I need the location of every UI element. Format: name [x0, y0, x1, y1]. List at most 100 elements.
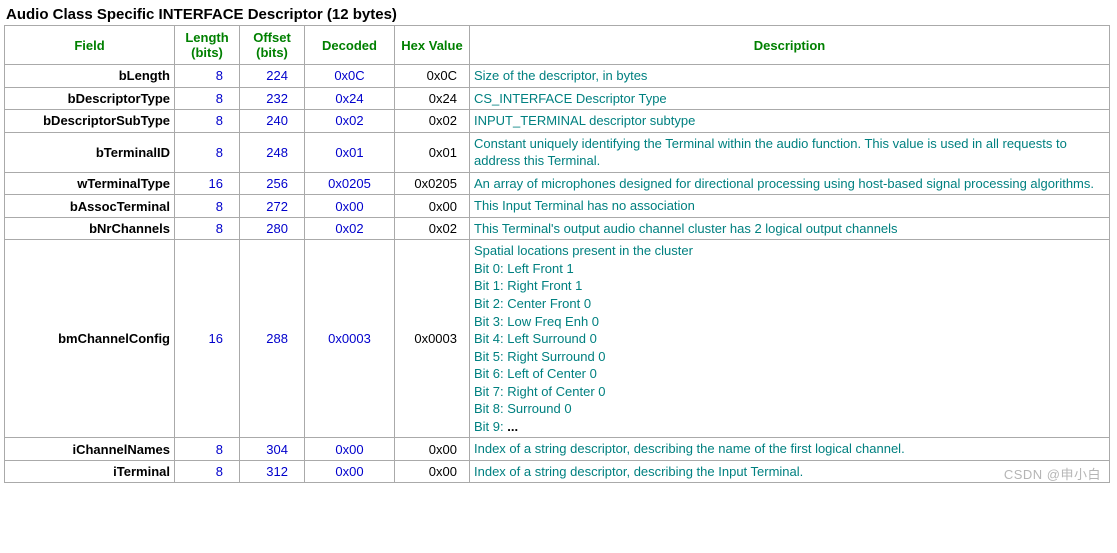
description-line: Bit 1: Right Front 1 [474, 277, 1105, 295]
cell-field: wTerminalType [5, 172, 175, 195]
description-line: Bit 5: Right Surround 0 [474, 348, 1105, 366]
cell-length: 8 [175, 132, 240, 172]
cell-length: 8 [175, 110, 240, 133]
description-line: Index of a string descriptor, describing… [474, 440, 1105, 458]
cell-hex: 0x00 [395, 195, 470, 218]
cell-offset: 240 [240, 110, 305, 133]
cell-hex: 0x02 [395, 110, 470, 133]
header-decoded: Decoded [305, 26, 395, 65]
cell-length: 16 [175, 172, 240, 195]
cell-decoded: 0x02 [305, 110, 395, 133]
table-row: bNrChannels82800x020x02 This Terminal's … [5, 217, 1110, 240]
description-line: CS_INTERFACE Descriptor Type [474, 90, 1105, 108]
header-row: Field Length (bits) Offset (bits) Decode… [5, 26, 1110, 65]
cell-description: This Input Terminal has no association [470, 195, 1110, 218]
description-line: INPUT_TERMINAL descriptor subtype [474, 112, 1105, 130]
cell-description: Index of a string descriptor, describing… [470, 460, 1110, 483]
header-length: Length (bits) [175, 26, 240, 65]
header-field: Field [5, 26, 175, 65]
cell-decoded: 0x02 [305, 217, 395, 240]
cell-hex: 0x00 [395, 460, 470, 483]
cell-decoded: 0x00 [305, 438, 395, 461]
cell-length: 16 [175, 240, 240, 438]
cell-hex: 0x0205 [395, 172, 470, 195]
cell-length: 8 [175, 195, 240, 218]
cell-hex: 0x00 [395, 438, 470, 461]
cell-offset: 304 [240, 438, 305, 461]
header-description: Description [470, 26, 1110, 65]
cell-length: 8 [175, 217, 240, 240]
table-row: bAssocTerminal82720x000x00 This Input Te… [5, 195, 1110, 218]
description-line: Index of a string descriptor, describing… [474, 463, 1105, 481]
cell-hex: 0x24 [395, 87, 470, 110]
description-line: An array of microphones designed for dir… [474, 175, 1105, 193]
cell-field: bLength [5, 65, 175, 88]
cell-length: 8 [175, 87, 240, 110]
cell-decoded: 0x0C [305, 65, 395, 88]
description-line: This Terminal's output audio channel clu… [474, 220, 1105, 238]
cell-length: 8 [175, 460, 240, 483]
cell-field: bDescriptorSubType [5, 110, 175, 133]
cell-length: 8 [175, 65, 240, 88]
cell-offset: 224 [240, 65, 305, 88]
table-row: iChannelNames83040x000x00 Index of a str… [5, 438, 1110, 461]
table-row: bDescriptorType82320x240x24CS_INTERFACE … [5, 87, 1110, 110]
cell-offset: 280 [240, 217, 305, 240]
cell-description: An array of microphones designed for dir… [470, 172, 1110, 195]
description-line: Bit 7: Right of Center 0 [474, 383, 1105, 401]
description-line: Spatial locations present in the cluster [474, 242, 1105, 260]
table-row: bLength82240x0C0x0CSize of the descripto… [5, 65, 1110, 88]
cell-offset: 232 [240, 87, 305, 110]
table-row: wTerminalType162560x02050x0205 An array … [5, 172, 1110, 195]
description-line: This Input Terminal has no association [474, 197, 1105, 215]
page-title: Audio Class Specific INTERFACE Descripto… [6, 6, 1113, 23]
cell-offset: 312 [240, 460, 305, 483]
cell-field: bmChannelConfig [5, 240, 175, 438]
cell-description: CS_INTERFACE Descriptor Type [470, 87, 1110, 110]
cell-decoded: 0x0003 [305, 240, 395, 438]
description-line: Bit 6: Left of Center 0 [474, 365, 1105, 383]
table-row: bTerminalID82480x010x01 Constant uniquel… [5, 132, 1110, 172]
cell-offset: 288 [240, 240, 305, 438]
description-line: Bit 3: Low Freq Enh 0 [474, 313, 1105, 331]
cell-decoded: 0x24 [305, 87, 395, 110]
cell-length: 8 [175, 438, 240, 461]
cell-field: iChannelNames [5, 438, 175, 461]
cell-field: bNrChannels [5, 217, 175, 240]
table-row: bmChannelConfig162880x00030x0003 Spatial… [5, 240, 1110, 438]
ellipsis: ... [507, 419, 518, 434]
table-row: iTerminal83120x000x00 Index of a string … [5, 460, 1110, 483]
cell-field: bAssocTerminal [5, 195, 175, 218]
cell-hex: 0x01 [395, 132, 470, 172]
cell-decoded: 0x0205 [305, 172, 395, 195]
cell-description: This Terminal's output audio channel clu… [470, 217, 1110, 240]
description-line: Bit 4: Left Surround 0 [474, 330, 1105, 348]
descriptor-table: Field Length (bits) Offset (bits) Decode… [4, 25, 1110, 483]
cell-decoded: 0x00 [305, 460, 395, 483]
description-line: Size of the descriptor, in bytes [474, 67, 1105, 85]
cell-description: INPUT_TERMINAL descriptor subtype [470, 110, 1110, 133]
description-line: Bit 9: ... [474, 418, 1105, 436]
cell-field: bTerminalID [5, 132, 175, 172]
cell-description: Index of a string descriptor, describing… [470, 438, 1110, 461]
cell-decoded: 0x01 [305, 132, 395, 172]
description-line: Bit 8: Surround 0 [474, 400, 1105, 418]
cell-offset: 272 [240, 195, 305, 218]
description-line: Bit 0: Left Front 1 [474, 260, 1105, 278]
cell-hex: 0x0003 [395, 240, 470, 438]
cell-field: iTerminal [5, 460, 175, 483]
header-hexvalue: Hex Value [395, 26, 470, 65]
cell-decoded: 0x00 [305, 195, 395, 218]
description-line: Bit 2: Center Front 0 [474, 295, 1105, 313]
cell-offset: 248 [240, 132, 305, 172]
cell-offset: 256 [240, 172, 305, 195]
header-offset: Offset (bits) [240, 26, 305, 65]
description-line: Constant uniquely identifying the Termin… [474, 135, 1105, 170]
cell-hex: 0x02 [395, 217, 470, 240]
cell-description: Constant uniquely identifying the Termin… [470, 132, 1110, 172]
cell-description: Size of the descriptor, in bytes [470, 65, 1110, 88]
table-row: bDescriptorSubType82400x020x02INPUT_TERM… [5, 110, 1110, 133]
cell-field: bDescriptorType [5, 87, 175, 110]
cell-hex: 0x0C [395, 65, 470, 88]
cell-description: Spatial locations present in the cluster… [470, 240, 1110, 438]
